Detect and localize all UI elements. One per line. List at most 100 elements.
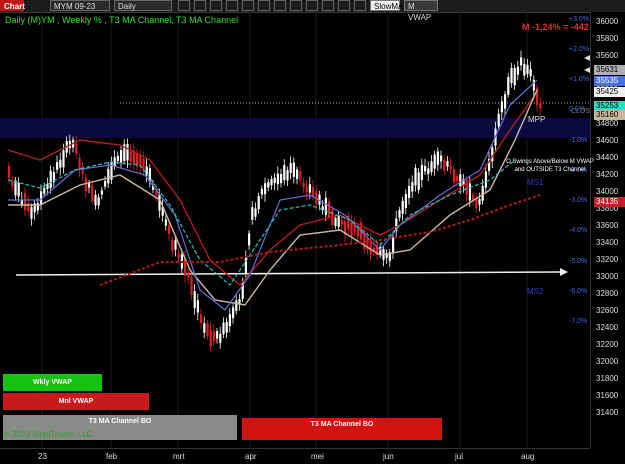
date-tick: jul [455, 452, 464, 461]
candle [478, 198, 481, 205]
candle [516, 66, 519, 75]
candle [497, 113, 500, 127]
candle [408, 185, 411, 199]
pct-label: -1.0% [569, 137, 588, 144]
price-tick: 34800 [596, 119, 619, 128]
date-tick: mrt [173, 452, 185, 461]
mpp-label: MPP [528, 115, 546, 124]
price-tick: 32400 [596, 323, 619, 332]
candle [11, 181, 14, 187]
candle [468, 183, 471, 201]
vwap-line [7, 159, 516, 286]
price-tick: 33600 [596, 221, 619, 230]
candle [398, 210, 401, 218]
candle [324, 197, 327, 216]
candle [449, 165, 452, 170]
price-tick: 32600 [596, 306, 619, 315]
price-tick: 31800 [596, 374, 619, 383]
candle [404, 193, 407, 208]
pct-label: -4.0% [569, 227, 588, 234]
candle [264, 183, 267, 195]
date-axis[interactable]: 23 feb mrt apr mei jun jul aug [0, 448, 590, 464]
candle [168, 225, 171, 234]
candle [283, 165, 286, 181]
candle [334, 217, 337, 226]
swings-annotation: O Swings Above/Below M VWAP and OUTSIDE … [506, 159, 594, 173]
candle [420, 164, 423, 180]
clos-label: CLOS [571, 108, 591, 115]
candle [296, 169, 299, 180]
candle [187, 272, 190, 278]
candle [97, 197, 100, 206]
candle [312, 187, 315, 198]
candle [430, 161, 433, 172]
candle [417, 172, 420, 191]
candle [500, 101, 503, 113]
price-tick: 32800 [596, 289, 619, 298]
candle [270, 179, 273, 186]
candles [8, 50, 542, 352]
price-tick: 34600 [596, 136, 619, 145]
candle [171, 239, 174, 252]
candle [219, 333, 222, 343]
candle [49, 170, 52, 189]
price-label: 34135 [594, 197, 625, 207]
mpp-band [0, 118, 590, 138]
date-tick: mei [311, 452, 324, 461]
price-tick: 33400 [596, 238, 619, 247]
candle [222, 322, 225, 335]
candle [440, 155, 443, 162]
pct-label: -3.0% [569, 197, 588, 204]
chart-title: Daily (M)YM , Weekly % , T3 MA Channel, … [5, 15, 239, 25]
candle [510, 68, 513, 84]
candle [129, 151, 132, 163]
candle [200, 314, 203, 324]
candle [411, 182, 414, 192]
candle [280, 174, 283, 184]
candle [452, 169, 455, 183]
candle [206, 323, 209, 337]
candle [116, 155, 119, 161]
candle [308, 184, 311, 193]
candle [40, 191, 43, 204]
candle [78, 157, 81, 170]
candle [62, 150, 65, 168]
candle [193, 291, 196, 309]
candle [164, 219, 167, 226]
price-tick: 34200 [596, 170, 619, 179]
price-tick: 33200 [596, 255, 619, 264]
candle [507, 76, 510, 95]
price-label: 35631 [594, 65, 625, 75]
candle [427, 168, 430, 175]
candle [225, 321, 228, 333]
candle [228, 314, 231, 327]
candle [289, 163, 292, 174]
candle [526, 64, 529, 75]
candle [267, 182, 270, 188]
price-label: 35160 [594, 110, 625, 120]
candle [257, 195, 260, 210]
candle [43, 187, 46, 194]
chart-window: Chart MYM 09-23 Daily SlowMA M VWAP Dail… [0, 0, 625, 464]
candle [305, 186, 308, 193]
candle [36, 203, 39, 211]
price-tick: 31400 [596, 408, 619, 417]
t3-channel-panel-right: T3 MA Channel BO [242, 418, 442, 440]
candle [46, 184, 49, 189]
candle [174, 240, 177, 250]
price-tick: 32200 [596, 340, 619, 349]
date-tick: feb [106, 452, 118, 461]
price-tick: 32000 [596, 357, 619, 366]
candle [177, 253, 180, 258]
candle [75, 143, 78, 154]
monthly-vwap-panel: Mnl VWAP [3, 393, 149, 410]
candle [436, 151, 439, 165]
candle [302, 182, 305, 187]
price-label: 35535 [594, 76, 625, 86]
candle [104, 181, 107, 187]
candle [91, 185, 94, 202]
date-tick: 23 [38, 452, 47, 461]
candle [251, 207, 254, 220]
pct-label: +1.0% [569, 76, 590, 83]
price-tick: 34400 [596, 153, 619, 162]
